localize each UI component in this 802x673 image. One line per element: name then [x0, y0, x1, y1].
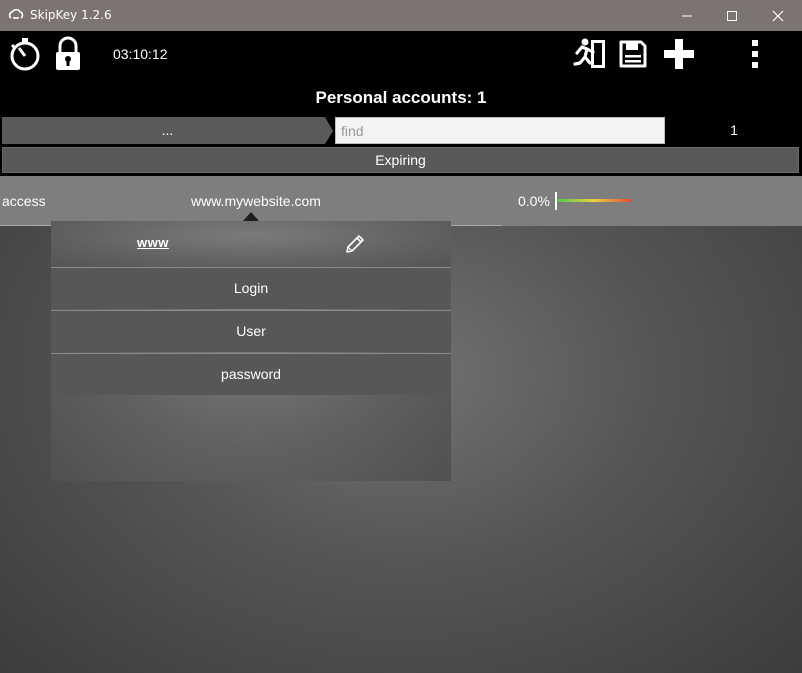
pencil-icon	[346, 235, 364, 253]
minimize-icon	[682, 15, 692, 16]
result-count: 1	[730, 122, 738, 138]
exit-icon	[573, 38, 605, 68]
maximize-button[interactable]	[709, 0, 755, 31]
entry-access-label: access	[2, 193, 46, 209]
find-input[interactable]	[335, 117, 665, 144]
window-titlebar: SkipKey 1.2.6	[0, 0, 802, 31]
timer-icon	[10, 38, 40, 71]
lock-button[interactable]	[52, 35, 84, 73]
popup-item-login[interactable]: Login	[51, 267, 451, 309]
strength-bar	[557, 199, 631, 202]
more-menu-button[interactable]	[743, 37, 767, 71]
add-icon	[664, 39, 694, 69]
save-icon	[619, 40, 647, 68]
session-clock: 03:10:12	[113, 46, 168, 62]
window-title: SkipKey 1.2.6	[30, 8, 112, 22]
entry-site-label[interactable]: www.mywebsite.com	[191, 193, 321, 209]
maximize-icon	[727, 10, 737, 21]
popup-header	[51, 221, 451, 267]
popup-pointer	[243, 212, 259, 221]
close-button[interactable]	[755, 0, 801, 31]
popup-item-user[interactable]: User	[51, 310, 451, 352]
account-entry-row[interactable]	[0, 176, 802, 226]
close-icon	[772, 10, 784, 21]
strength-percent: 0.0%	[518, 193, 550, 209]
add-button[interactable]	[661, 36, 697, 72]
accounts-title: Personal accounts: 1	[315, 88, 487, 107]
lock-icon	[56, 36, 80, 70]
edit-button[interactable]	[344, 233, 366, 255]
www-icon[interactable]: www	[137, 235, 169, 250]
popup-item-password[interactable]: password	[51, 353, 451, 395]
expiring-button[interactable]: Expiring	[2, 147, 799, 173]
save-button[interactable]	[617, 37, 649, 71]
more-vert-icon	[752, 40, 758, 68]
minimize-button[interactable]	[664, 0, 710, 31]
exit-button[interactable]	[571, 37, 607, 71]
app-logo-icon	[8, 8, 24, 19]
category-button[interactable]: ...	[2, 117, 333, 144]
timer-button[interactable]	[6, 36, 42, 72]
strength-marker	[555, 192, 557, 210]
